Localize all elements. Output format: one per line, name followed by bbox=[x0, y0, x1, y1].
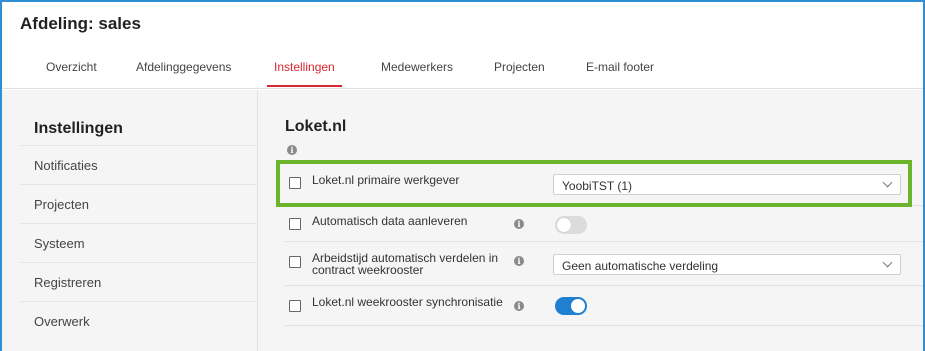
toggle-knob bbox=[571, 299, 585, 313]
sidebar-title: Instellingen bbox=[34, 120, 123, 137]
arbeidstijd-verdelen-label: Arbeidstijd automatisch verdelen in cont… bbox=[312, 252, 498, 276]
sidebar-item-label: Registreren bbox=[34, 275, 102, 290]
sidebar-item-label: Overwerk bbox=[34, 314, 90, 329]
section-title: Loket.nl bbox=[285, 118, 347, 135]
settings-body: Instellingen Notificaties Projecten Syst… bbox=[2, 90, 923, 351]
tab-label: E-mail footer bbox=[586, 60, 655, 74]
setting-row-arbeidstijd-verdelen: Arbeidstijd automatisch verdelen in cont… bbox=[285, 242, 923, 286]
sidebar-item-label: Projecten bbox=[34, 197, 89, 212]
tab-email-footer[interactable]: E-mail footer bbox=[586, 60, 654, 89]
arbeidstijd-verdelen-select[interactable]: Geen automatische verdeling bbox=[553, 254, 901, 275]
page-header: Afdeling: sales Overzicht Afdelinggegeve… bbox=[2, 2, 923, 89]
weekrooster-sync-checkbox[interactable] bbox=[289, 300, 301, 312]
tab-label: Instellingen bbox=[274, 60, 335, 74]
automatisch-data-checkbox[interactable] bbox=[289, 218, 301, 230]
sidebar-item-label: Notificaties bbox=[34, 158, 98, 173]
page-title: Afdeling: sales bbox=[20, 14, 141, 33]
arbeidstijd-verdelen-label-line2: contract weekrooster bbox=[312, 263, 424, 277]
tab-label: Overzicht bbox=[46, 60, 97, 74]
select-value: YoobiTST (1) bbox=[562, 179, 633, 193]
primaire-werkgever-label: Loket.nl primaire werkgever bbox=[312, 173, 460, 187]
toggle-knob bbox=[557, 218, 571, 232]
automatisch-data-toggle[interactable] bbox=[555, 216, 587, 234]
tab-overzicht[interactable]: Overzicht bbox=[46, 60, 97, 89]
tab-label: Projecten bbox=[494, 60, 545, 74]
info-icon[interactable]: i bbox=[514, 219, 524, 229]
tab-label: Medewerkers bbox=[381, 60, 454, 74]
sidebar-item-projecten[interactable]: Projecten bbox=[20, 184, 256, 222]
tab-afdelinggegevens[interactable]: Afdelinggegevens bbox=[136, 60, 231, 89]
sidebar-item-label: Systeem bbox=[34, 236, 85, 251]
setting-row-primaire-werkgever: Loket.nl primaire werkgever YoobiTST (1) bbox=[285, 160, 923, 206]
sidebar-item-registreren[interactable]: Registreren bbox=[20, 262, 256, 300]
sidebar-item-notificaties[interactable]: Notificaties bbox=[20, 145, 256, 183]
settings-sidebar: Instellingen Notificaties Projecten Syst… bbox=[20, 90, 258, 351]
primaire-werkgever-select[interactable]: YoobiTST (1) bbox=[553, 174, 901, 195]
tab-instellingen[interactable]: Instellingen bbox=[267, 60, 342, 89]
setting-row-weekrooster-sync: Loket.nl weekrooster synchronisatie i bbox=[285, 286, 923, 326]
tab-medewerkers[interactable]: Medewerkers bbox=[381, 60, 453, 89]
tab-projecten[interactable]: Projecten bbox=[494, 60, 545, 89]
info-icon[interactable]: i bbox=[514, 301, 524, 311]
automatisch-data-label: Automatisch data aanleveren bbox=[312, 214, 468, 228]
info-icon[interactable]: i bbox=[287, 145, 297, 155]
weekrooster-sync-label: Loket.nl weekrooster synchronisatie bbox=[312, 295, 503, 309]
info-icon[interactable]: i bbox=[514, 256, 524, 266]
chevron-down-icon bbox=[882, 257, 893, 268]
chevron-down-icon bbox=[882, 177, 893, 188]
sidebar-item-systeem[interactable]: Systeem bbox=[20, 223, 256, 261]
weekrooster-sync-toggle[interactable] bbox=[555, 297, 587, 315]
tab-bar: Overzicht Afdelinggegevens Instellingen … bbox=[2, 60, 923, 89]
app-frame: Afdeling: sales Overzicht Afdelinggegeve… bbox=[0, 0, 925, 351]
settings-content: Loket.nl i Loket.nl primaire werkgever Y… bbox=[258, 90, 923, 351]
tab-label: Afdelinggegevens bbox=[136, 60, 232, 74]
setting-row-automatisch-data: Automatisch data aanleveren i bbox=[285, 206, 923, 242]
sidebar-item-overwerk[interactable]: Overwerk bbox=[20, 301, 256, 339]
primaire-werkgever-checkbox[interactable] bbox=[289, 177, 301, 189]
select-value: Geen automatische verdeling bbox=[562, 259, 719, 273]
arbeidstijd-verdelen-checkbox[interactable] bbox=[289, 256, 301, 268]
